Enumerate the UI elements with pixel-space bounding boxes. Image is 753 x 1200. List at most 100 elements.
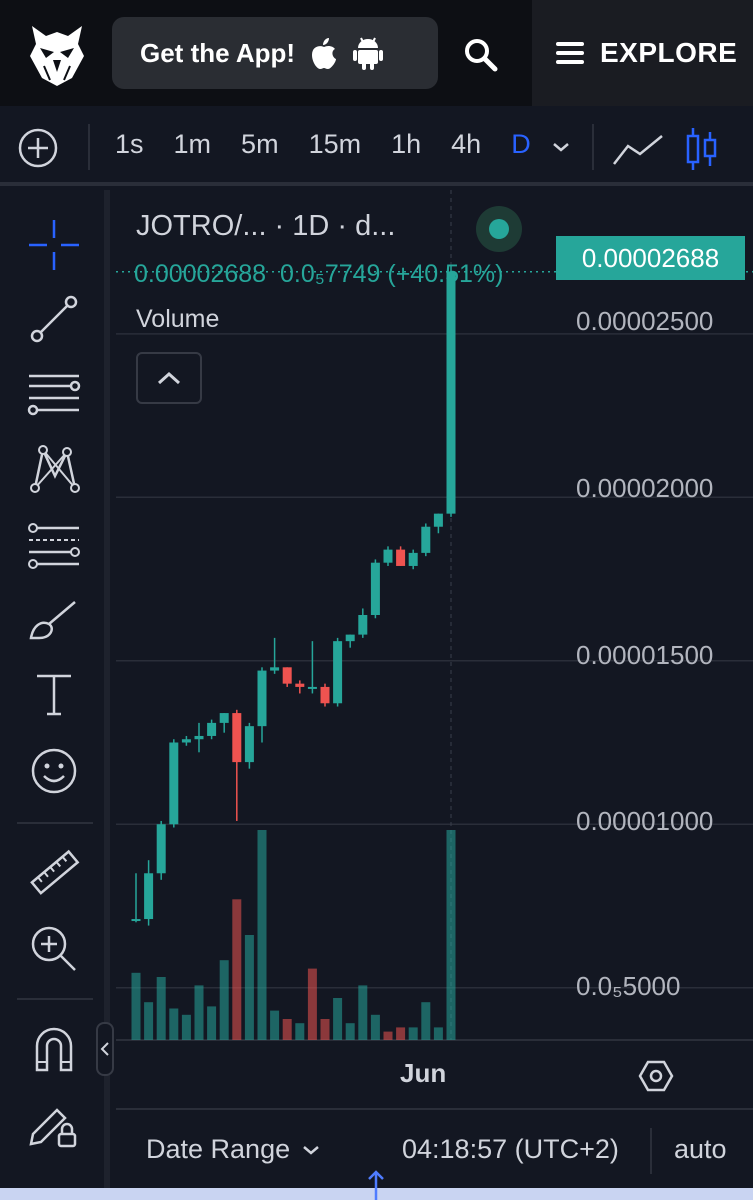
interval-1m[interactable]: 1m: [159, 129, 227, 160]
interval-selector: 1s 1m 5m 15m 1h 4h D: [100, 106, 546, 182]
menu-icon: [556, 42, 584, 64]
magnet-icon[interactable]: [27, 1022, 81, 1076]
volume-bar: [270, 1010, 280, 1040]
volume-bar: [156, 977, 166, 1040]
volume-bar: [345, 1023, 355, 1040]
symbol-legend-values: 0.00002688 0.0₅7749 (+40.51%): [134, 260, 503, 289]
candle-body: [144, 873, 154, 920]
candle-body: [320, 686, 330, 704]
volume-bar: [383, 1031, 393, 1040]
interval-1h[interactable]: 1h: [376, 129, 436, 160]
symbol-legend-title[interactable]: JOTRO/... · 1D · d...: [136, 210, 395, 243]
crosshair-icon[interactable]: [27, 218, 81, 272]
price-axis-label: 0.00002500: [576, 306, 714, 336]
chevron-down-icon: [303, 1145, 319, 1155]
volume-bar: [207, 1006, 217, 1040]
toolbar-divider: [592, 124, 594, 170]
lock-pencil-icon[interactable]: [27, 1098, 81, 1152]
zoom-in-icon[interactable]: [27, 922, 81, 976]
search-icon[interactable]: [462, 36, 500, 74]
candle-body: [295, 683, 305, 687]
line-chart-icon[interactable]: [612, 132, 664, 168]
timezone-clock[interactable]: 04:18:57 (UTC+2): [402, 1134, 619, 1165]
horizontal-lines-icon[interactable]: [27, 366, 81, 420]
candle-body: [383, 549, 393, 563]
bottom-divider: [650, 1128, 652, 1174]
volume-bar: [408, 1027, 418, 1040]
arrow-up-icon[interactable]: [366, 1168, 386, 1200]
price-axis-label: 0.00001000: [576, 806, 714, 836]
volume-bar: [219, 960, 229, 1040]
candle-body: [307, 686, 317, 689]
chart-bottom-bar: Date Range 04:18:57 (UTC+2) auto: [116, 1108, 753, 1190]
volume-bar: [446, 830, 456, 1040]
ruler-icon[interactable]: [27, 846, 81, 900]
volume-bar: [358, 985, 368, 1040]
interval-4h[interactable]: 4h: [436, 129, 496, 160]
interval-d[interactable]: D: [496, 129, 546, 160]
chevron-down-icon[interactable]: [550, 136, 572, 158]
brush-icon[interactable]: [27, 594, 81, 648]
price-axis-label: 0.0₅5000: [576, 971, 681, 1001]
date-range-label: Date Range: [146, 1134, 291, 1164]
chart-toolbar: 1s 1m 5m 15m 1h 4h D: [0, 106, 753, 186]
emoji-icon[interactable]: [27, 744, 81, 798]
apple-icon: [312, 38, 337, 69]
candle-body: [396, 549, 406, 566]
fib-icon[interactable]: [27, 518, 81, 572]
explore-label: EXPLORE: [600, 37, 738, 68]
date-range-button[interactable]: Date Range: [146, 1134, 320, 1165]
time-axis-label: Jun: [400, 1058, 447, 1088]
get-app-button[interactable]: Get the App!: [112, 17, 438, 89]
volume-bar: [396, 1027, 406, 1040]
candle-body: [219, 713, 229, 723]
candlestick-icon[interactable]: [684, 126, 720, 172]
candle-body: [244, 726, 254, 763]
candle-body: [358, 615, 368, 635]
explore-button[interactable]: EXPLORE: [532, 0, 753, 106]
volume-bar: [232, 899, 242, 1040]
candle-body: [194, 735, 204, 740]
volume-bar: [421, 1002, 431, 1040]
current-price-tag: 0.00002688: [556, 236, 745, 280]
volume-bar: [295, 1023, 305, 1040]
pattern-icon[interactable]: [27, 442, 81, 496]
trend-line-icon[interactable]: [27, 292, 81, 346]
toolbar-divider: [17, 822, 93, 824]
candle-body: [282, 667, 292, 684]
get-app-label: Get the App!: [140, 37, 296, 68]
legend-change: 0.0₅7749 (+40.51%): [280, 260, 504, 288]
android-icon: [353, 37, 384, 70]
candle-body: [370, 562, 380, 615]
owl-logo-icon[interactable]: [26, 22, 88, 88]
toolbar-divider: [88, 124, 90, 170]
settings-hexagon-icon[interactable]: [638, 1058, 674, 1094]
volume-bar: [181, 1014, 191, 1040]
candle-body: [345, 634, 355, 642]
candle-body: [270, 667, 280, 671]
interval-5m[interactable]: 5m: [226, 129, 294, 160]
volume-bar: [144, 1002, 154, 1040]
volume-bar: [307, 968, 317, 1040]
candle-body: [156, 824, 166, 874]
candle-body: [408, 552, 418, 566]
interval-15m[interactable]: 15m: [294, 129, 377, 160]
volume-indicator-label[interactable]: Volume: [136, 305, 219, 334]
candle-body: [433, 513, 443, 527]
text-icon[interactable]: [27, 668, 81, 722]
candle-body: [232, 713, 242, 763]
volume-bar: [370, 1014, 380, 1040]
chevron-left-icon: [100, 1042, 109, 1056]
volume-bar: [257, 830, 267, 1040]
auto-scale-button[interactable]: auto: [674, 1134, 727, 1165]
volume-bar: [169, 1008, 179, 1040]
interval-1s[interactable]: 1s: [100, 129, 159, 160]
add-icon[interactable]: [18, 128, 58, 168]
volume-bar: [333, 998, 343, 1040]
legend-collapse-button[interactable]: [136, 352, 202, 404]
top-bar: Get the App! EXPLORE: [0, 0, 753, 106]
sidebar-collapse-tab[interactable]: [96, 1022, 114, 1076]
candle-body: [446, 271, 456, 514]
legend-price: 0.00002688: [134, 260, 267, 288]
market-status-indicator[interactable]: [476, 206, 522, 252]
